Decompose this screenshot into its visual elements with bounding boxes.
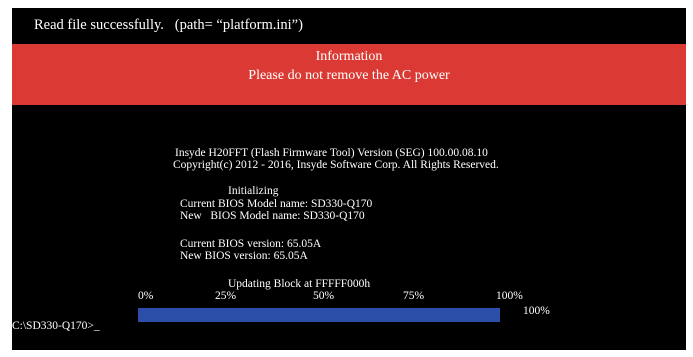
- status-line: Read file successfully. (path= “platform…: [34, 17, 303, 33]
- current-bios-model: Current BIOS Model name: SD330-Q170: [180, 198, 373, 210]
- text-cursor: _: [93, 320, 100, 332]
- info-banner: Information Please do not remove the AC …: [12, 44, 686, 105]
- progress-fill: [138, 308, 500, 322]
- current-bios-version: Current BIOS version: 65.05A: [180, 238, 322, 250]
- progress-percent: 100%: [523, 305, 550, 317]
- new-bios-version: New BIOS version: 65.05A: [180, 250, 308, 262]
- progress-scale-100: 100%: [496, 290, 523, 302]
- progress-scale-25: 25%: [215, 290, 237, 302]
- info-message: Please do not remove the AC power: [248, 68, 450, 83]
- tool-version-line: Insyde H20FFT (Flash Firmware Tool) Vers…: [175, 147, 488, 159]
- progress-scale-75: 75%: [403, 290, 425, 302]
- prompt-text: C:\SD330-Q170>: [12, 320, 94, 332]
- progress-bar: [138, 308, 500, 322]
- progress-scale-0: 0%: [138, 290, 154, 302]
- state-label: Initializing: [228, 185, 279, 197]
- new-bios-model: New BIOS Model name: SD330-Q170: [180, 210, 365, 222]
- command-prompt[interactable]: C:\SD330-Q170>_: [12, 320, 100, 332]
- progress-scale-50: 50%: [313, 290, 335, 302]
- copyright-line: Copyright(c) 2012 - 2016, Insyde Softwar…: [173, 159, 499, 171]
- console-screen: Read file successfully. (path= “platform…: [12, 8, 686, 350]
- info-title: Information: [315, 49, 383, 64]
- updating-block-label: Updating Block at FFFFF000h: [228, 278, 371, 290]
